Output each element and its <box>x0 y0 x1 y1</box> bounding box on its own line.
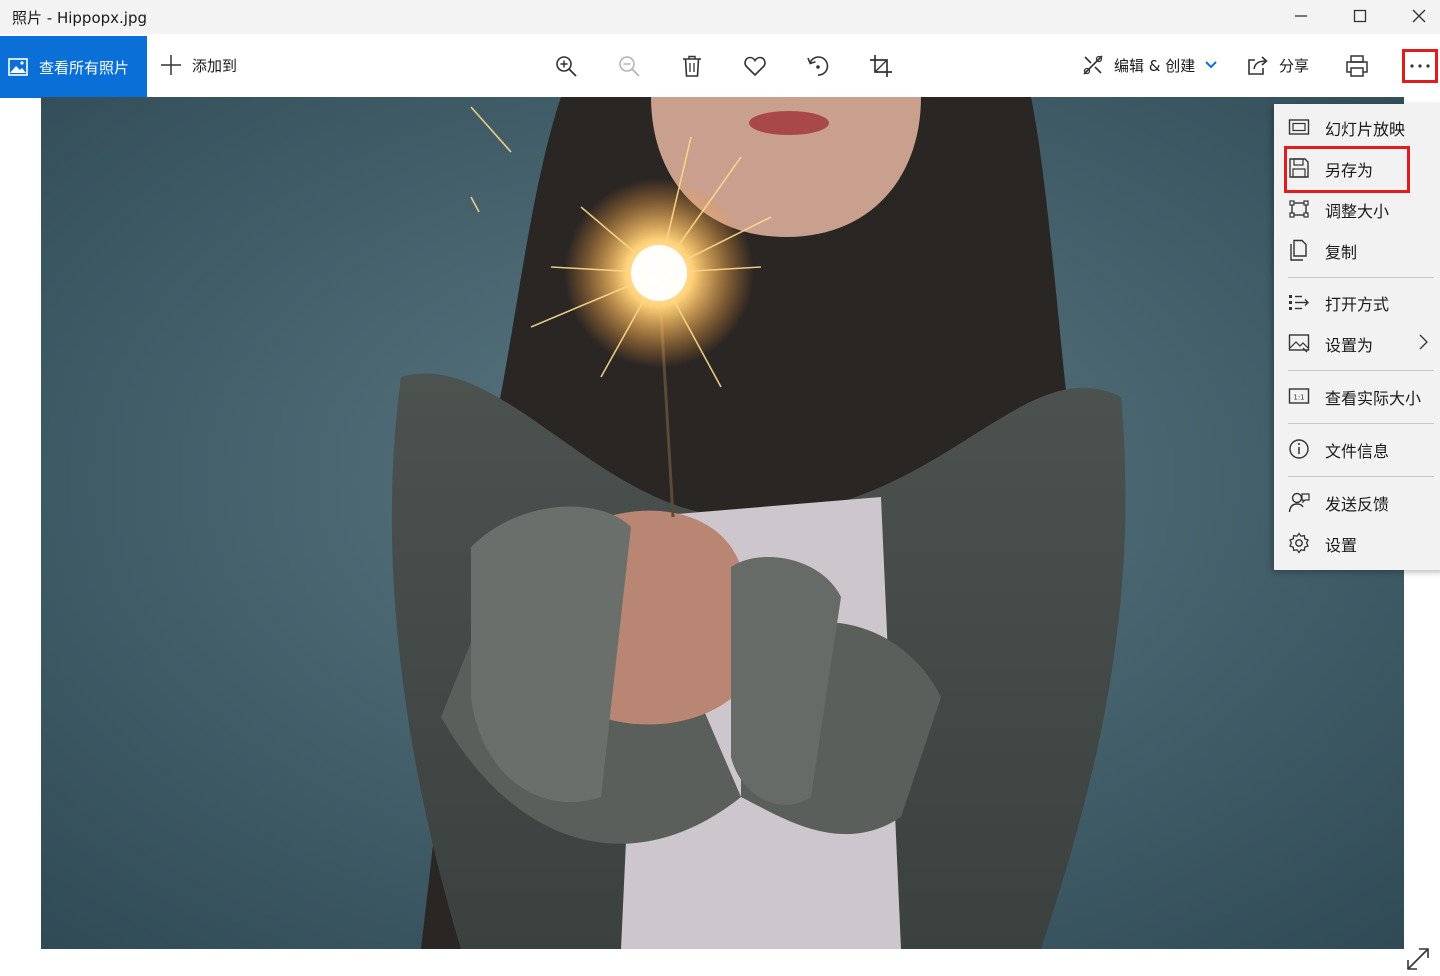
menu-item-label: 文件信息 <box>1325 442 1390 461</box>
info-icon <box>1289 439 1309 459</box>
minimize-button[interactable] <box>1272 0 1330 32</box>
chevron-right-icon <box>1419 334 1428 350</box>
close-icon <box>1412 9 1426 23</box>
set-as-icon <box>1288 334 1310 353</box>
photo-view[interactable] <box>41 97 1404 949</box>
menu-item-resize[interactable]: 调整大小 <box>1274 188 1440 228</box>
plus-icon <box>161 55 181 75</box>
print-button[interactable] <box>1343 52 1371 80</box>
svg-text:1:1: 1:1 <box>1293 394 1304 402</box>
menu-item-label: 设置 <box>1325 536 1358 555</box>
menu-item-label: 查看实际大小 <box>1325 389 1422 408</box>
menu-item-file-info[interactable]: 文件信息 <box>1274 428 1440 468</box>
menu-item-actual-size[interactable]: 1:1 查看实际大小 <box>1274 375 1440 415</box>
edit-create-button[interactable]: 编辑 & 创建 <box>1082 54 1217 76</box>
open-with-icon <box>1289 295 1309 310</box>
menu-item-label: 发送反馈 <box>1325 495 1390 514</box>
toolbar: 查看所有照片 添加到 编辑 & 创建 分享 <box>0 34 1440 98</box>
menu-item-open-with[interactable]: 打开方式 <box>1274 281 1440 321</box>
menu-separator <box>1288 423 1434 424</box>
window-title: 照片 - Hippopx.jpg <box>12 9 147 27</box>
title-bar: 照片 - Hippopx.jpg <box>0 0 1440 34</box>
expand-icon <box>1407 948 1429 970</box>
photo-image <box>41 97 1404 949</box>
menu-separator <box>1288 277 1434 278</box>
minimize-icon <box>1295 15 1307 17</box>
chevron-down-icon <box>1205 61 1217 69</box>
menu-item-label: 复制 <box>1325 243 1358 262</box>
rotate-icon <box>807 56 829 76</box>
slideshow-icon <box>1288 119 1310 135</box>
share-label: 分享 <box>1279 56 1310 75</box>
menu-item-label: 幻灯片放映 <box>1325 120 1406 139</box>
delete-icon <box>683 55 701 77</box>
zoom-in-button[interactable] <box>552 52 580 80</box>
share-icon <box>1248 56 1268 75</box>
edit-create-label: 编辑 & 创建 <box>1114 56 1196 75</box>
zoom-out-button[interactable] <box>615 52 643 80</box>
menu-item-label: 设置为 <box>1325 336 1374 355</box>
favorite-icon <box>744 56 766 77</box>
menu-item-set-as[interactable]: 设置为 <box>1274 322 1440 362</box>
menu-separator <box>1288 476 1434 477</box>
print-icon <box>1346 55 1368 77</box>
favorite-button[interactable] <box>741 52 769 80</box>
view-all-photos-label: 查看所有照片 <box>39 58 130 77</box>
delete-button[interactable] <box>678 52 706 80</box>
menu-item-label: 打开方式 <box>1325 295 1390 314</box>
menu-item-copy[interactable]: 复制 <box>1274 229 1440 269</box>
zoom-out-icon <box>619 56 640 77</box>
copy-icon <box>1290 239 1307 261</box>
share-button[interactable]: 分享 <box>1247 54 1309 76</box>
zoom-in-icon <box>556 56 577 77</box>
crop-button[interactable] <box>867 52 895 80</box>
menu-separator <box>1288 370 1434 371</box>
add-to-label: 添加到 <box>192 56 238 75</box>
add-to-button[interactable]: 添加到 <box>160 54 237 76</box>
expand-button[interactable] <box>1405 946 1431 972</box>
maximize-icon <box>1353 9 1367 23</box>
menu-item-settings[interactable]: 设置 <box>1274 522 1440 562</box>
resize-icon <box>1289 200 1309 218</box>
menu-item-label: 调整大小 <box>1325 202 1390 221</box>
menu-item-slideshow[interactable]: 幻灯片放映 <box>1274 106 1440 146</box>
view-all-photos-button[interactable]: 查看所有照片 <box>0 36 147 98</box>
edit-create-icon <box>1083 55 1103 75</box>
maximize-button[interactable] <box>1331 0 1389 32</box>
more-options-button[interactable] <box>1402 49 1438 83</box>
close-button[interactable] <box>1390 0 1440 32</box>
save-as-highlight <box>1284 146 1410 193</box>
rotate-button[interactable] <box>804 52 832 80</box>
settings-icon <box>1289 532 1309 554</box>
more-icon <box>1410 64 1430 68</box>
crop-icon <box>870 55 892 77</box>
photos-icon <box>8 58 28 76</box>
actual-size-icon: 1:1 <box>1288 388 1310 404</box>
feedback-icon <box>1288 492 1310 513</box>
menu-item-feedback[interactable]: 发送反馈 <box>1274 481 1440 521</box>
